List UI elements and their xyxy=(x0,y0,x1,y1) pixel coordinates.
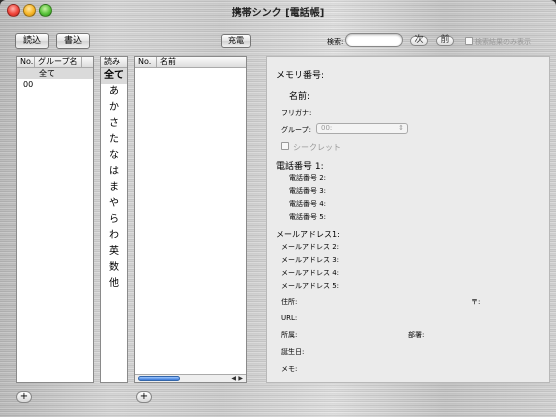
kana-item-ka[interactable]: か xyxy=(101,100,127,116)
name-label: 名前: xyxy=(289,92,311,102)
department-label: 部署: xyxy=(408,331,425,339)
group-name-column-header[interactable]: グループ名 xyxy=(35,57,82,67)
email-5-label: メールアドレス 5: xyxy=(281,282,340,290)
title-bar: 携帯シンク [電話帳] xyxy=(0,0,556,22)
email-1-label: メールアドレス1: xyxy=(276,230,340,239)
postal-code-label: 〒: xyxy=(471,298,481,306)
search-label: 検索: xyxy=(327,38,344,46)
address-label: 住所: xyxy=(281,298,298,306)
company-label: 所属: xyxy=(281,331,298,339)
window-title: 携帯シンク [電話帳] xyxy=(231,8,325,19)
kana-item-english[interactable]: 英 xyxy=(101,244,127,260)
app-window: 携帯シンク [電話帳] 読込 書込 充電 検索: 次 前 検索結果のみ表示 No… xyxy=(0,0,556,417)
kana-item-ya[interactable]: や xyxy=(101,196,127,212)
email-3-label: メールアドレス 3: xyxy=(281,256,340,264)
search-prev-button[interactable]: 前 xyxy=(436,36,454,46)
kana-item-numbers[interactable]: 数 xyxy=(101,260,127,276)
name-no-column-header[interactable]: No. xyxy=(135,57,157,67)
charge-button[interactable]: 充電 xyxy=(221,34,251,48)
write-button[interactable]: 書込 xyxy=(56,33,90,49)
birthday-label: 誕生日: xyxy=(281,348,305,356)
add-group-button[interactable]: + xyxy=(16,391,32,403)
scroll-right-arrow-icon[interactable]: ▶ xyxy=(238,375,243,382)
kana-item-ma[interactable]: ま xyxy=(101,180,127,196)
url-label: URL: xyxy=(281,314,298,322)
email-2-label: メールアドレス 2: xyxy=(281,243,340,251)
name-list-header: No. 名前 xyxy=(135,57,246,68)
contact-detail-panel: メモリ番号: 名前: フリガナ: グループ: 00: ⇕ シークレット 電話番号… xyxy=(266,56,550,383)
group-no-column-header[interactable]: No. xyxy=(17,57,35,67)
popup-arrows-icon: ⇕ xyxy=(398,124,404,132)
add-contact-button[interactable]: + xyxy=(136,391,152,403)
memory-number-label: メモリ番号: xyxy=(276,71,325,81)
name-column-header[interactable]: 名前 xyxy=(157,57,246,67)
search-input[interactable] xyxy=(345,33,403,47)
kana-item-ta[interactable]: た xyxy=(101,132,127,148)
results-only-label: 検索結果のみ表示 xyxy=(475,38,531,46)
scroll-left-arrow-icon[interactable]: ◀ xyxy=(231,375,236,382)
phone-5-label: 電話番号 5: xyxy=(289,213,327,221)
group-field-label: グループ: xyxy=(281,126,311,134)
group-list-header: No. グループ名 xyxy=(17,57,93,68)
kana-item-other[interactable]: 他 xyxy=(101,276,127,292)
group-row-00[interactable]: 00 xyxy=(17,79,93,90)
kana-item-ra[interactable]: ら xyxy=(101,212,127,228)
kana-item-all[interactable]: 全て xyxy=(101,68,127,84)
secret-label: シークレット xyxy=(293,143,341,152)
name-list[interactable]: No. 名前 ◀ ▶ xyxy=(134,56,247,383)
email-4-label: メールアドレス 4: xyxy=(281,269,340,277)
kana-item-ha[interactable]: は xyxy=(101,164,127,180)
phone-3-label: 電話番号 3: xyxy=(289,187,327,195)
secret-checkbox[interactable] xyxy=(281,142,289,150)
results-only-checkbox[interactable] xyxy=(465,37,473,45)
scrollbar-thumb[interactable] xyxy=(138,376,180,381)
group-list[interactable]: No. グループ名 全て 00 xyxy=(16,56,94,383)
kana-item-na[interactable]: な xyxy=(101,148,127,164)
phone-2-label: 電話番号 2: xyxy=(289,174,327,182)
phone-1-label: 電話番号 1: xyxy=(276,162,324,172)
furigana-label: フリガナ: xyxy=(281,109,312,117)
group-row-all[interactable]: 全て xyxy=(17,68,93,79)
kana-item-a[interactable]: あ xyxy=(101,84,127,100)
group-popup[interactable]: 00: ⇕ xyxy=(316,123,408,134)
memo-label: メモ: xyxy=(281,365,298,373)
kana-item-wa[interactable]: わ xyxy=(101,228,127,244)
search-next-button[interactable]: 次 xyxy=(410,36,428,46)
kana-column-header[interactable]: 読み xyxy=(101,57,127,67)
kana-item-sa[interactable]: さ xyxy=(101,116,127,132)
kana-list-header: 読み xyxy=(101,57,127,68)
kana-index-list[interactable]: 読み 全て あ か さ た な は ま や ら わ 英 数 他 xyxy=(100,56,128,383)
name-list-horizontal-scrollbar[interactable]: ◀ ▶ xyxy=(135,374,246,382)
read-button[interactable]: 読込 xyxy=(15,33,49,49)
phone-4-label: 電話番号 4: xyxy=(289,200,327,208)
